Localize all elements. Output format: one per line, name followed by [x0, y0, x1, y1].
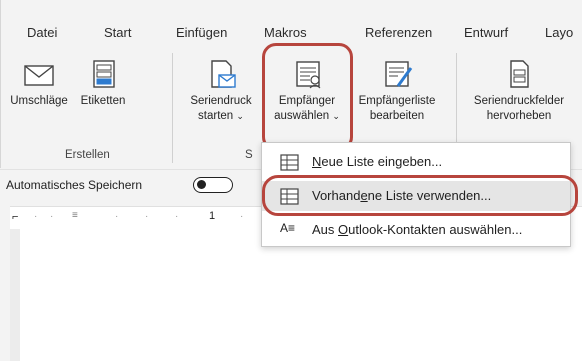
highlight-existing-list	[262, 175, 578, 216]
word-window: Datei Start Einfügen Makros Referenzen E…	[0, 0, 582, 361]
table-icon	[280, 154, 299, 171]
tab-stop-icon[interactable]: ⌐	[12, 211, 18, 223]
group-label-create: Erstellen	[65, 149, 110, 161]
chevron-down-icon: ⌄	[236, 111, 244, 121]
tab-datei[interactable]: Datei	[27, 25, 57, 40]
tab-start[interactable]: Start	[104, 25, 131, 40]
envelopes-button[interactable]: Umschläge	[7, 60, 71, 109]
merge-fields-icon	[510, 60, 529, 88]
envelope-icon	[24, 65, 54, 86]
tab-entwurf[interactable]: Entwurf	[464, 25, 508, 40]
tab-einfuegen[interactable]: Einfügen	[176, 25, 227, 40]
menu-item-outlook-contacts[interactable]: A≡ Aus Outlook-Kontakten auswählen...	[262, 215, 570, 245]
group-label-start: S	[245, 149, 253, 161]
autosave-toggle[interactable]	[193, 177, 233, 193]
tab-referenzen[interactable]: Referenzen	[365, 25, 432, 40]
edit-recipient-list-label-2: bearbeiten	[369, 110, 425, 122]
indent-marker-icon[interactable]: ≡	[72, 210, 78, 221]
edit-list-icon	[385, 61, 413, 87]
highlight-merge-fields-label-1: Seriendruckfelder	[473, 95, 565, 107]
group-separator	[172, 53, 173, 163]
labels-button[interactable]: Etiketten	[73, 58, 133, 109]
highlight-merge-fields-label-2: hervorheben	[486, 110, 552, 122]
document-area	[10, 229, 582, 361]
start-mailmerge-label-1: Seriendruck	[190, 95, 252, 107]
edit-recipient-list-label-1: Empfängerliste	[358, 95, 436, 107]
tab-makros[interactable]: Makros	[264, 25, 307, 40]
mailmerge-icon	[211, 60, 236, 88]
tab-layout[interactable]: Layo	[545, 25, 573, 40]
menu-item-new-list-label: Neue Liste eingeben...	[312, 154, 443, 169]
document-page[interactable]	[20, 229, 582, 361]
menu-item-outlook-contacts-label: Aus Outlook-Kontakten auswählen...	[312, 222, 523, 237]
highlight-merge-fields-button[interactable]: Seriendruckfelder hervorheben	[459, 58, 579, 124]
contacts-icon: A≡	[280, 221, 296, 235]
envelopes-label: Umschläge	[10, 95, 68, 107]
labels-icon	[93, 60, 115, 88]
labels-label: Etiketten	[80, 95, 126, 107]
highlight-select-recipients	[262, 43, 353, 151]
start-mailmerge-label-2: starten	[198, 110, 234, 122]
ruler-mark: 1	[209, 210, 216, 222]
menu-item-new-list[interactable]: Neue Liste eingeben...	[262, 147, 570, 177]
autosave-label: Automatisches Speichern	[6, 178, 143, 192]
edit-recipient-list-button[interactable]: Empfängerliste bearbeiten	[347, 58, 447, 124]
start-mailmerge-button[interactable]: Seriendruck starten ⌄	[179, 58, 263, 124]
